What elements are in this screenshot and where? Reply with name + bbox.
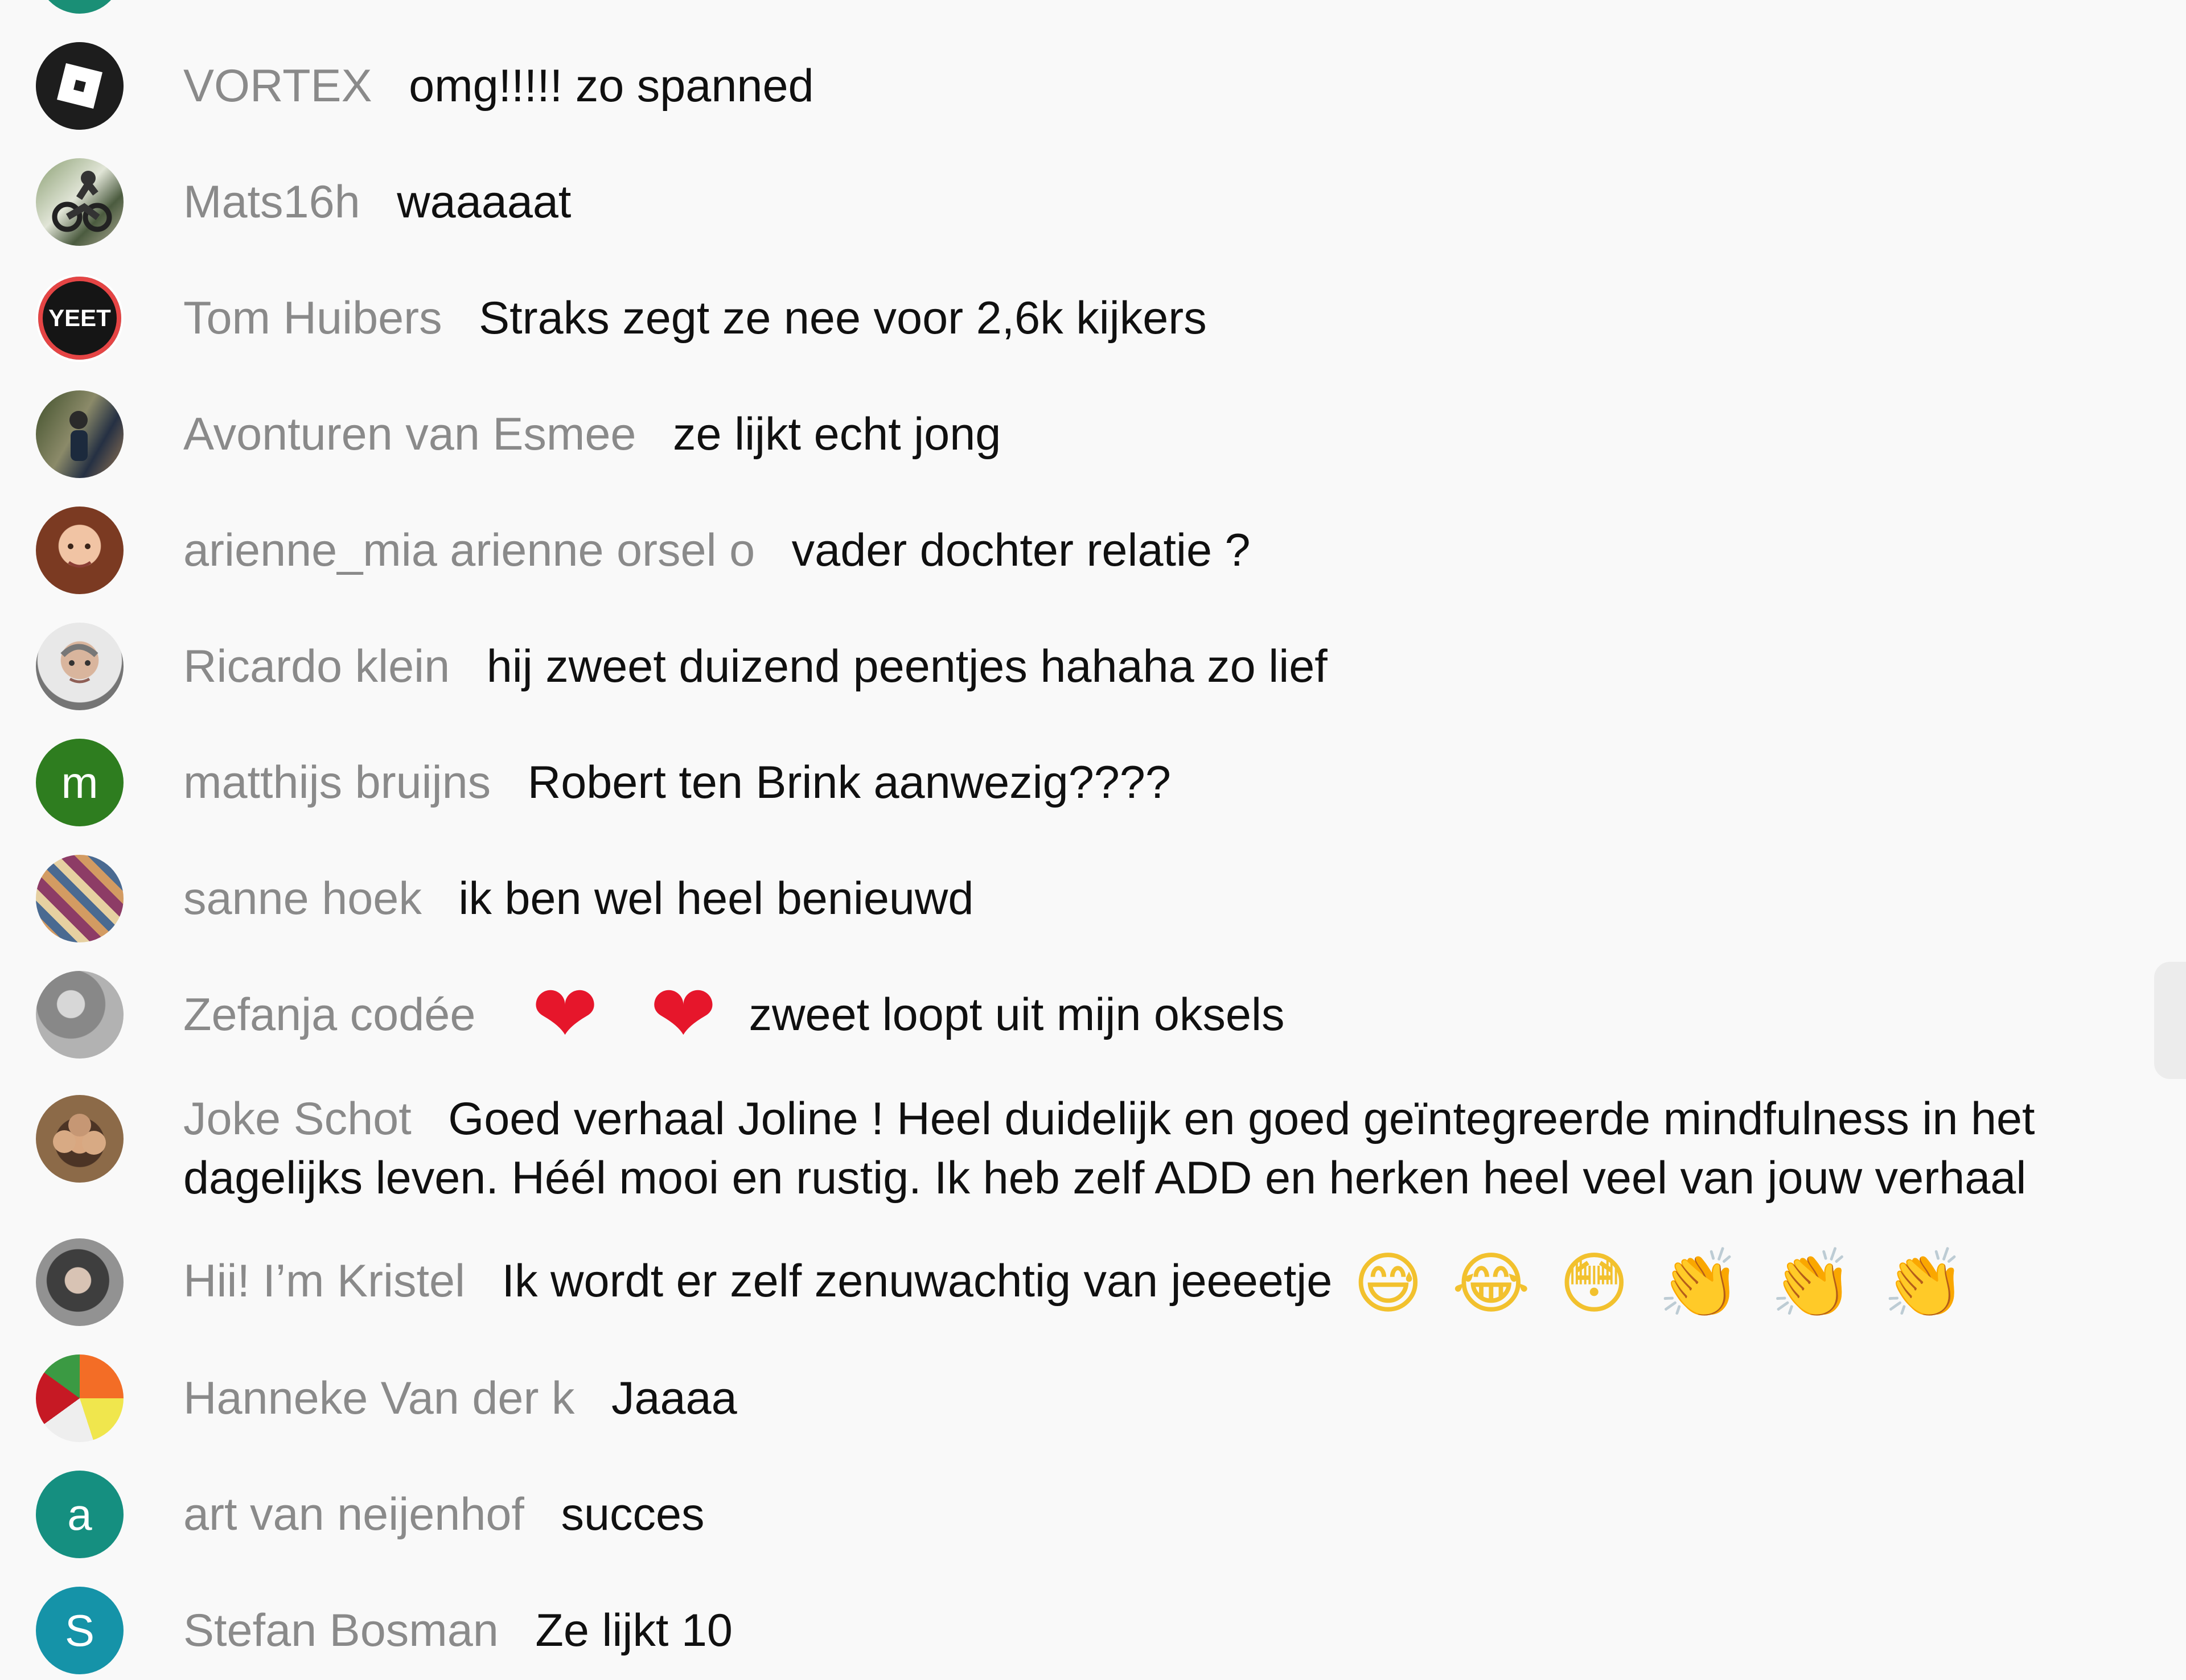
scrollbar-thumb[interactable] (2154, 962, 2186, 1079)
chat-message: sanne hoek ik ben wel heel benieuwd (0, 840, 2106, 957)
letter-avatar: m (36, 739, 124, 826)
message-line: Tom Huibers Straks zegt ze nee voor 2,6k… (183, 289, 1207, 348)
roblox-logo-icon (36, 42, 124, 130)
message-line: art van neijenhof succes (183, 1485, 705, 1544)
message-author[interactable]: Hii! I’m Kristel (183, 1255, 465, 1307)
message-text: zweet loopt uit mijn oksels (749, 989, 1285, 1040)
message-author[interactable]: Ricardo klein (183, 641, 450, 692)
message-line: Avonturen van Esmee ze lijkt echt jong (183, 405, 1001, 464)
heart-icon: ❤ (650, 967, 717, 1061)
message-author[interactable]: arienne_mia arienne orsel o (183, 525, 755, 576)
clapping-hands-icon: 👏 (1883, 1243, 1967, 1323)
message-line: Zefanja codée ❤ ❤ zweet loopt uit mijn o… (183, 967, 1285, 1061)
face-photo-avatar (36, 1238, 124, 1326)
message-line: Hanneke Van der k Jaaaa (183, 1369, 737, 1428)
message-line: Joke Schot Goed verhaal Joline ! Heel du… (183, 1089, 2096, 1208)
yeet-avatar: YEET (36, 274, 124, 362)
message-author[interactable]: Stefan Bosman (183, 1605, 499, 1656)
message-text: Straks zegt ze nee voor 2,6k kijkers (479, 292, 1207, 344)
chat-message: Hii! I’m Kristel Ik wordt er zelf zenuwa… (0, 1224, 2106, 1340)
face-photo-avatar (36, 623, 124, 710)
clapping-hands-icon: 👏 (1770, 1243, 1854, 1323)
message-line: VORTEX omg!!!!! zo spanned (183, 56, 814, 116)
message-author[interactable]: art van neijenhof (183, 1489, 524, 1540)
roblox-logo-icon (36, 42, 124, 130)
message-author[interactable]: Mats16h (183, 176, 360, 228)
gray-photo-avatar (36, 971, 124, 1059)
message-line: sanne hoek ik ben wel heel benieuwd (183, 869, 973, 928)
motorbike-photo-avatar (36, 158, 124, 246)
motorbike-icon (52, 171, 112, 232)
message-text: waaaaat (397, 176, 572, 228)
message-text: succes (561, 1488, 705, 1540)
chat-message: Hanneke Van der k Jaaaa (0, 1340, 2106, 1456)
tears-of-joy-icon: 😂 (1452, 1243, 1531, 1323)
balloons-photo-avatar (36, 1354, 124, 1442)
pattern-photo-avatar (36, 855, 124, 942)
group-photo-icon (53, 1114, 106, 1155)
chat-message: Avonturen van Esmee ze lijkt echt jong (0, 376, 2106, 492)
face-photo-avatar (36, 507, 124, 594)
message-text: ze lijkt echt jong (673, 408, 1001, 460)
letter-avatar: S (36, 1587, 124, 1674)
message-text: Ze lijkt 10 (535, 1604, 733, 1656)
sweat-smile-icon: 😅 (1353, 1243, 1423, 1323)
message-line: matthijs bruijns Robert ten Brink aanwez… (183, 753, 1171, 812)
chat-message: Ricardo klein hij zweet duizend peentjes… (0, 608, 2106, 724)
message-text: omg!!!!! zo spanned (409, 60, 814, 112)
clapping-hands-icon: 👏 (1658, 1243, 1742, 1323)
message-text: hij zweet duizend peentjes hahaha zo lie… (486, 640, 1328, 692)
chat-message: YEET Tom Huibers Straks zegt ze nee voor… (0, 260, 2106, 376)
message-author[interactable]: Avonturen van Esmee (183, 409, 636, 460)
message-author[interactable]: Tom Huibers (183, 293, 442, 344)
chat-message: Zefanja codée ❤ ❤ zweet loopt uit mijn o… (0, 956, 2106, 1073)
chat-message: VORTEX omg!!!!! zo spanned (0, 27, 2106, 144)
message-author[interactable]: Zefanja codée (183, 989, 475, 1040)
chat-message: Joke Schot Goed verhaal Joline ! Heel du… (0, 1089, 2106, 1232)
message-text: Goed verhaal Joline ! Heel duidelijk en … (183, 1093, 2035, 1204)
face-icon (68, 543, 92, 568)
partial-avatar (37, 0, 122, 14)
message-line: Ricardo klein hij zweet duizend peentjes… (183, 637, 1328, 696)
message-text: Ik wordt er zelf zenuwachtig van jeeeetj… (502, 1255, 1333, 1307)
message-author[interactable]: VORTEX (183, 60, 372, 112)
letter-avatar: a (36, 1471, 124, 1558)
message-line: Stefan Bosman Ze lijkt 10 (183, 1601, 733, 1660)
person-icon (69, 411, 88, 461)
message-text: ik ben wel heel benieuwd (458, 872, 974, 924)
chat-message: Mats16h waaaaat (0, 143, 2106, 260)
face-icon (60, 644, 98, 683)
heart-icon: ❤ (531, 967, 599, 1061)
message-author[interactable]: sanne hoek (183, 873, 422, 924)
message-line: Hii! I’m Kristel Ik wordt er zelf zenuwa… (183, 1243, 1974, 1323)
chat-message: m matthijs bruijns Robert ten Brink aanw… (0, 724, 2106, 841)
flushed-face-icon: 😳 (1559, 1243, 1629, 1323)
message-author[interactable]: Joke Schot (183, 1093, 412, 1144)
message-author[interactable]: Hanneke Van der k (183, 1373, 574, 1424)
message-line: Mats16h waaaaat (183, 172, 571, 232)
chat-message: arienne_mia arienne orsel o vader dochte… (0, 492, 2106, 608)
message-line: arienne_mia arienne orsel o vader dochte… (183, 521, 1251, 580)
message-text: vader dochter relatie ? (791, 524, 1251, 576)
message-author[interactable]: matthijs bruijns (183, 757, 491, 808)
message-text: Jaaaa (611, 1372, 737, 1424)
chat-message: a art van neijenhof succes (0, 1456, 2106, 1572)
chat-message: S Stefan Bosman Ze lijkt 10 (0, 1572, 2106, 1680)
group-photo-avatar (36, 1095, 124, 1183)
live-chat-panel: VORTEX omg!!!!! zo spanned Mats16h waaaa… (0, 0, 2186, 1680)
outdoor-photo-avatar (36, 390, 124, 478)
message-text: Robert ten Brink aanwezig???? (527, 756, 1171, 808)
